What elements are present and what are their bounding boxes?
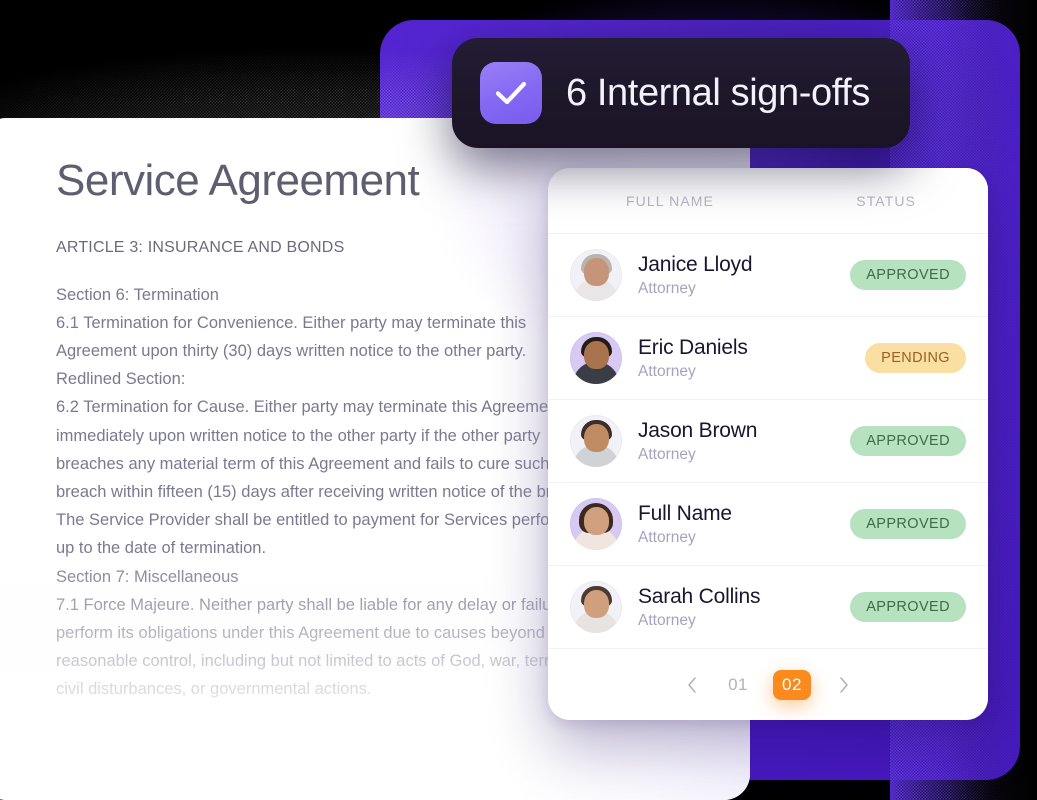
- status-badge: PENDING: [865, 343, 966, 373]
- person-name: Janice Lloyd: [638, 252, 753, 276]
- screenshot-stage: Service Agreement ARTICLE 3: INSURANCE A…: [0, 0, 1037, 800]
- status-cell: APPROVED: [850, 509, 966, 539]
- pagination: 01 02: [548, 650, 988, 720]
- table-row[interactable]: Sarah Collins Attorney APPROVED: [548, 566, 988, 649]
- person-role: Attorney: [638, 362, 696, 380]
- pagination-page-2[interactable]: 02: [773, 670, 811, 700]
- avatar-sarah-collins: [570, 581, 622, 633]
- person-role: Attorney: [638, 279, 696, 297]
- avatar-full-name: [570, 498, 622, 550]
- status-badge: APPROVED: [850, 426, 966, 456]
- status-cell: PENDING: [865, 343, 966, 373]
- column-header-full-name: FULL NAME: [626, 192, 714, 209]
- status-badge: APPROVED: [850, 592, 966, 622]
- check-icon[interactable]: [480, 62, 542, 124]
- table-row[interactable]: Janice Lloyd Attorney APPROVED: [548, 234, 988, 317]
- status-cell: APPROVED: [850, 260, 966, 290]
- signers-list: Janice Lloyd Attorney APPROVED Eric Dani…: [548, 234, 988, 650]
- chevron-right-icon[interactable]: [833, 674, 855, 696]
- person-info: Eric Daniels Attorney: [638, 336, 748, 381]
- person-role: Attorney: [638, 528, 696, 546]
- person-name: Eric Daniels: [638, 335, 748, 359]
- person-info: Full Name Attorney: [638, 502, 732, 547]
- pagination-page-1[interactable]: 01: [725, 675, 751, 695]
- person-role: Attorney: [638, 611, 696, 629]
- status-cell: APPROVED: [850, 592, 966, 622]
- person-name: Jason Brown: [638, 418, 758, 442]
- avatar-jason-brown: [570, 415, 622, 467]
- person-name: Full Name: [638, 501, 732, 525]
- signoff-label: 6 Internal sign-offs: [566, 71, 870, 114]
- chevron-left-icon[interactable]: [681, 674, 703, 696]
- signoff-badge: 6 Internal sign-offs: [452, 38, 910, 148]
- avatar-janice-lloyd: [570, 249, 622, 301]
- status-cell: APPROVED: [850, 426, 966, 456]
- avatar-eric-daniels: [570, 332, 622, 384]
- table-row[interactable]: Full Name Attorney APPROVED: [548, 483, 988, 566]
- signers-table-card: FULL NAME STATUS Janice Lloyd Attorney A…: [548, 168, 988, 720]
- person-info: Janice Lloyd Attorney: [638, 252, 753, 298]
- table-header-row: FULL NAME STATUS: [548, 168, 988, 234]
- person-info: Sarah Collins Attorney: [638, 585, 760, 630]
- table-row[interactable]: Jason Brown Attorney APPROVED: [548, 400, 988, 483]
- table-row[interactable]: Eric Daniels Attorney PENDING: [548, 317, 988, 400]
- person-info: Jason Brown Attorney: [638, 419, 757, 464]
- status-badge: APPROVED: [850, 260, 966, 290]
- column-header-status: STATUS: [856, 192, 916, 209]
- status-badge: APPROVED: [850, 509, 966, 539]
- person-name: Sarah Collins: [638, 584, 761, 608]
- person-role: Attorney: [638, 445, 696, 463]
